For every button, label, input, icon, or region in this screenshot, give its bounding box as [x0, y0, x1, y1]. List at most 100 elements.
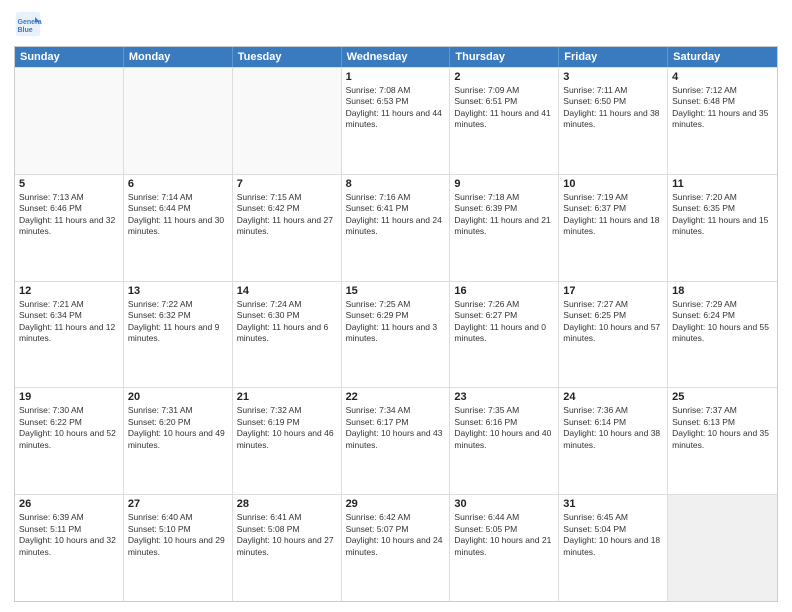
svg-text:General: General [18, 19, 43, 26]
day-number: 5 [19, 178, 119, 190]
cal-cell-2-2: 14 Sunrise: 7:24 AM Sunset: 6:30 PM Dayli… [233, 282, 342, 388]
day-number: 29 [346, 498, 446, 510]
day-number: 6 [128, 178, 228, 190]
cell-content: Sunrise: 7:14 AM Sunset: 6:44 PM Dayligh… [128, 192, 228, 238]
cal-cell-0-6: 4Sunrise: 7:12 AM Sunset: 6:48 PM Daylig… [668, 68, 777, 174]
cal-cell-1-5: 10 Sunrise: 7:19 AM Sunset: 6:37 PM Dayli… [559, 175, 668, 281]
cell-content: Sunrise: 7:16 AM Sunset: 6:41 PM Dayligh… [346, 192, 446, 238]
calendar-row-3: 19 Sunrise: 7:30 AM Sunset: 6:22 PM Dayli… [15, 387, 777, 494]
cal-cell-4-2: 28Sunrise: 6:41 AM Sunset: 5:08 PM Dayli… [233, 495, 342, 601]
cell-content: Sunrise: 7:11 AM Sunset: 6:50 PM Dayligh… [563, 85, 663, 131]
cell-content: Sunrise: 7:19 AM Sunset: 6:37 PM Dayligh… [563, 192, 663, 238]
cell-content: Sunrise: 7:29 AM Sunset: 6:24 PM Dayligh… [672, 299, 773, 345]
day-number: 25 [672, 391, 773, 403]
cell-content: Sunrise: 7:09 AM Sunset: 6:51 PM Dayligh… [454, 85, 554, 131]
cell-content: Sunrise: 7:13 AM Sunset: 6:46 PM Dayligh… [19, 192, 119, 238]
cell-content: Sunrise: 6:39 AM Sunset: 5:11 PM Dayligh… [19, 512, 119, 558]
header-cell-thursday: Thursday [450, 47, 559, 67]
cell-content: Sunrise: 7:37 AM Sunset: 6:13 PM Dayligh… [672, 405, 773, 451]
page-header: General Blue [14, 10, 778, 38]
cal-cell-2-1: 13 Sunrise: 7:22 AM Sunset: 6:32 PM Dayli… [124, 282, 233, 388]
day-number: 7 [237, 178, 337, 190]
cal-cell-3-4: 23 Sunrise: 7:35 AM Sunset: 6:16 PM Dayli… [450, 388, 559, 494]
cal-cell-4-1: 27Sunrise: 6:40 AM Sunset: 5:10 PM Dayli… [124, 495, 233, 601]
cal-cell-2-3: 15 Sunrise: 7:25 AM Sunset: 6:29 PM Dayli… [342, 282, 451, 388]
cell-content: Sunrise: 7:08 AM Sunset: 6:53 PM Dayligh… [346, 85, 446, 131]
day-number: 16 [454, 285, 554, 297]
header-cell-saturday: Saturday [668, 47, 777, 67]
day-number: 1 [346, 71, 446, 83]
cell-content: Sunrise: 7:27 AM Sunset: 6:25 PM Dayligh… [563, 299, 663, 345]
cell-content: Sunrise: 7:36 AM Sunset: 6:14 PM Dayligh… [563, 405, 663, 451]
calendar-body: 1 Sunrise: 7:08 AM Sunset: 6:53 PM Daylig… [15, 67, 777, 601]
cell-content: Sunrise: 7:34 AM Sunset: 6:17 PM Dayligh… [346, 405, 446, 451]
cal-cell-2-5: 17Sunrise: 7:27 AM Sunset: 6:25 PM Dayli… [559, 282, 668, 388]
cell-content: Sunrise: 7:18 AM Sunset: 6:39 PM Dayligh… [454, 192, 554, 238]
cal-cell-4-0: 26 Sunrise: 6:39 AM Sunset: 5:11 PM Dayli… [15, 495, 124, 601]
header-cell-friday: Friday [559, 47, 668, 67]
day-number: 26 [19, 498, 119, 510]
day-number: 19 [19, 391, 119, 403]
cell-content: Sunrise: 7:26 AM Sunset: 6:27 PM Dayligh… [454, 299, 554, 345]
cal-cell-0-3: 1 Sunrise: 7:08 AM Sunset: 6:53 PM Daylig… [342, 68, 451, 174]
calendar-row-4: 26 Sunrise: 6:39 AM Sunset: 5:11 PM Dayli… [15, 494, 777, 601]
day-number: 10 [563, 178, 663, 190]
calendar-row-0: 1 Sunrise: 7:08 AM Sunset: 6:53 PM Daylig… [15, 67, 777, 174]
cal-cell-3-3: 22Sunrise: 7:34 AM Sunset: 6:17 PM Dayli… [342, 388, 451, 494]
day-number: 2 [454, 71, 554, 83]
logo: General Blue [14, 10, 46, 38]
day-number: 21 [237, 391, 337, 403]
header-cell-tuesday: Tuesday [233, 47, 342, 67]
day-number: 27 [128, 498, 228, 510]
day-number: 11 [672, 178, 773, 190]
cal-cell-3-1: 20Sunrise: 7:31 AM Sunset: 6:20 PM Dayli… [124, 388, 233, 494]
day-number: 28 [237, 498, 337, 510]
cell-content: Sunrise: 7:24 AM Sunset: 6:30 PM Dayligh… [237, 299, 337, 345]
cal-cell-4-5: 31Sunrise: 6:45 AM Sunset: 5:04 PM Dayli… [559, 495, 668, 601]
day-number: 13 [128, 285, 228, 297]
cal-cell-1-3: 8 Sunrise: 7:16 AM Sunset: 6:41 PM Daylig… [342, 175, 451, 281]
day-number: 24 [563, 391, 663, 403]
cell-content: Sunrise: 7:35 AM Sunset: 6:16 PM Dayligh… [454, 405, 554, 451]
day-number: 14 [237, 285, 337, 297]
cell-content: Sunrise: 7:32 AM Sunset: 6:19 PM Dayligh… [237, 405, 337, 451]
cal-cell-1-2: 7 Sunrise: 7:15 AM Sunset: 6:42 PM Daylig… [233, 175, 342, 281]
cell-content: Sunrise: 7:25 AM Sunset: 6:29 PM Dayligh… [346, 299, 446, 345]
cal-cell-4-3: 29 Sunrise: 6:42 AM Sunset: 5:07 PM Dayli… [342, 495, 451, 601]
cal-cell-0-1 [124, 68, 233, 174]
svg-text:Blue: Blue [18, 27, 33, 34]
cal-cell-4-4: 30Sunrise: 6:44 AM Sunset: 5:05 PM Dayli… [450, 495, 559, 601]
cal-cell-3-0: 19 Sunrise: 7:30 AM Sunset: 6:22 PM Dayli… [15, 388, 124, 494]
cell-content: Sunrise: 7:22 AM Sunset: 6:32 PM Dayligh… [128, 299, 228, 345]
cal-cell-2-6: 18 Sunrise: 7:29 AM Sunset: 6:24 PM Dayli… [668, 282, 777, 388]
day-number: 18 [672, 285, 773, 297]
cal-cell-1-0: 5 Sunrise: 7:13 AM Sunset: 6:46 PM Daylig… [15, 175, 124, 281]
calendar: SundayMondayTuesdayWednesdayThursdayFrid… [14, 46, 778, 602]
cal-cell-0-0 [15, 68, 124, 174]
page: General Blue SundayMondayTuesdayWednesda… [0, 0, 792, 612]
day-number: 23 [454, 391, 554, 403]
calendar-header: SundayMondayTuesdayWednesdayThursdayFrid… [15, 47, 777, 67]
day-number: 15 [346, 285, 446, 297]
day-number: 12 [19, 285, 119, 297]
cal-cell-3-2: 21 Sunrise: 7:32 AM Sunset: 6:19 PM Dayli… [233, 388, 342, 494]
calendar-row-1: 5 Sunrise: 7:13 AM Sunset: 6:46 PM Daylig… [15, 174, 777, 281]
cal-cell-1-4: 9Sunrise: 7:18 AM Sunset: 6:39 PM Daylig… [450, 175, 559, 281]
cell-content: Sunrise: 6:45 AM Sunset: 5:04 PM Dayligh… [563, 512, 663, 558]
cell-content: Sunrise: 7:15 AM Sunset: 6:42 PM Dayligh… [237, 192, 337, 238]
header-cell-monday: Monday [124, 47, 233, 67]
logo-icon: General Blue [14, 10, 42, 38]
cal-cell-2-4: 16 Sunrise: 7:26 AM Sunset: 6:27 PM Dayli… [450, 282, 559, 388]
header-cell-sunday: Sunday [15, 47, 124, 67]
cal-cell-2-0: 12 Sunrise: 7:21 AM Sunset: 6:34 PM Dayli… [15, 282, 124, 388]
cal-cell-3-6: 25 Sunrise: 7:37 AM Sunset: 6:13 PM Dayli… [668, 388, 777, 494]
cal-cell-0-2 [233, 68, 342, 174]
day-number: 8 [346, 178, 446, 190]
cell-content: Sunrise: 7:20 AM Sunset: 6:35 PM Dayligh… [672, 192, 773, 238]
cell-content: Sunrise: 7:30 AM Sunset: 6:22 PM Dayligh… [19, 405, 119, 451]
cal-cell-3-5: 24 Sunrise: 7:36 AM Sunset: 6:14 PM Dayli… [559, 388, 668, 494]
header-cell-wednesday: Wednesday [342, 47, 451, 67]
cell-content: Sunrise: 7:21 AM Sunset: 6:34 PM Dayligh… [19, 299, 119, 345]
cell-content: Sunrise: 6:42 AM Sunset: 5:07 PM Dayligh… [346, 512, 446, 558]
cal-cell-4-6 [668, 495, 777, 601]
